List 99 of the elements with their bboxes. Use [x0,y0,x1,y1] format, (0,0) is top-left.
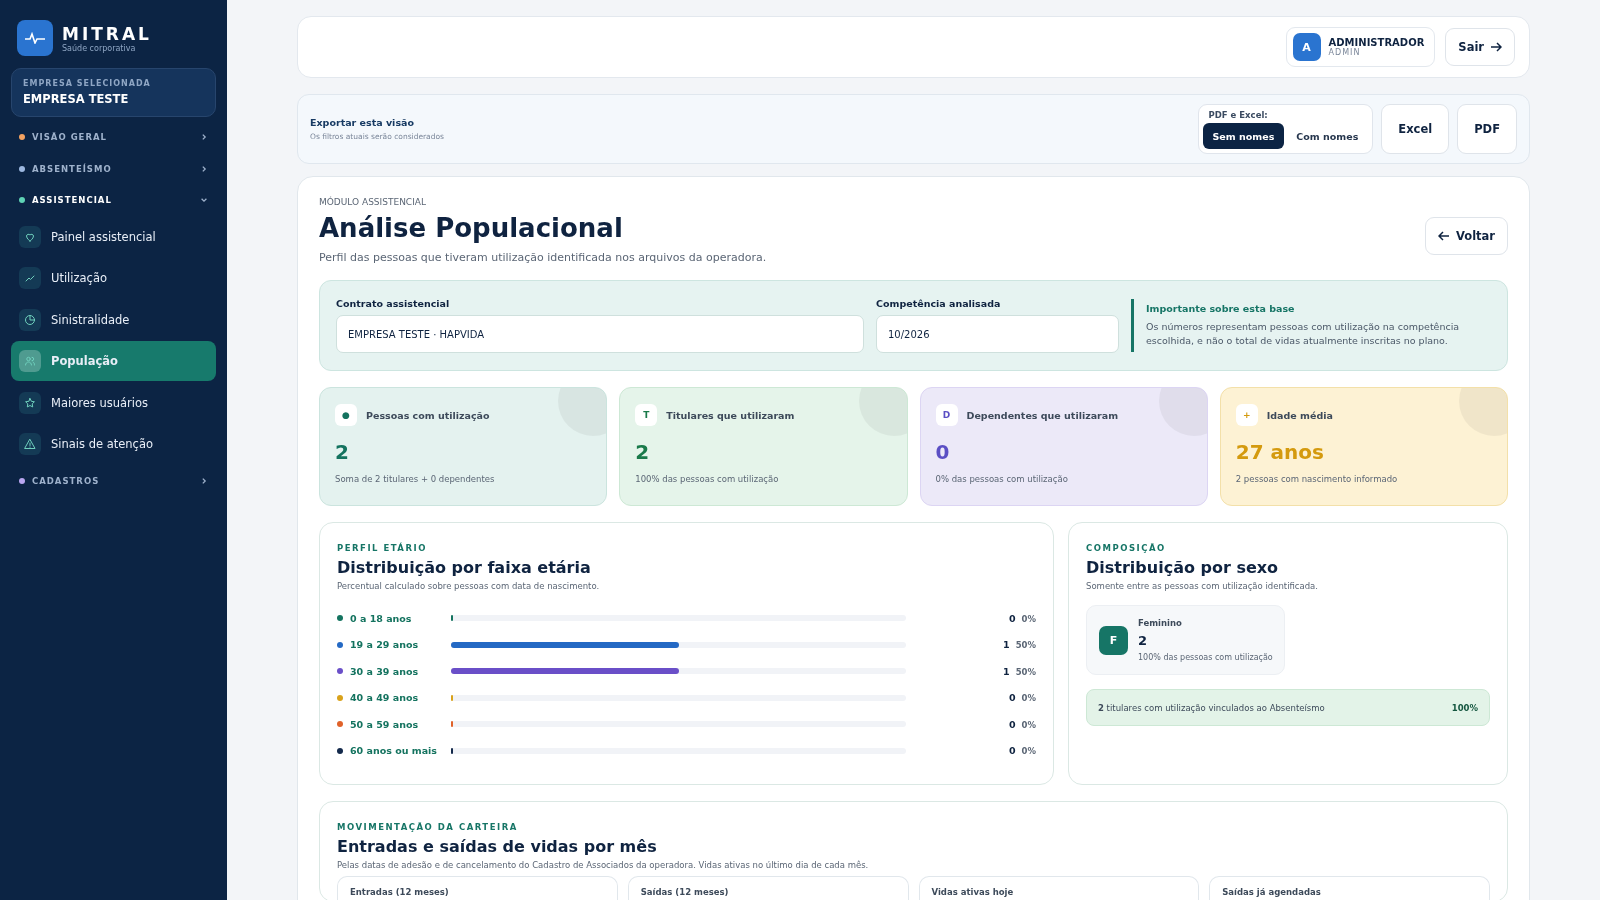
panel-subtitle: Somente entre as pessoas com utilização identificada. [1086,581,1320,591]
age-count: 0 [1008,718,1016,730]
sex-badge: F [1099,625,1128,655]
nav-section[interactable]: ABSENTEÍSMO [11,153,216,184]
panel-eyebrow: MOVIMENTAÇÃO DA CARTEIRA [337,822,519,832]
name-option[interactable]: Com nomes [1286,123,1369,149]
stat-card: Vidas ativas hoje [918,876,1200,900]
panel-title: Distribuição por faixa etária [337,558,592,577]
panel-subtitle: Percentual calculado sobre pessoas com data de nascimento. [337,581,601,591]
contract-select[interactable]: EMPRESA TESTE · HAPVIDA [336,315,864,353]
user-badge[interactable]: A ADMINISTRADOR ADMIN [1285,27,1436,67]
stat-card: Saídas já agendadas [1209,876,1490,900]
company-label: EMPRESA SELECIONADA [23,78,152,88]
age-percent: 0% [1021,613,1036,624]
kpi-caption: 100% das pessoas com utilização [635,474,780,484]
back-button[interactable]: Voltar [1424,217,1508,255]
page-title: Análise Populacional [319,213,624,243]
brand-name: MITRAL [62,23,152,44]
sex-caption: 100% das pessoas com utilização [1138,653,1273,662]
export-button[interactable]: PDF [1457,104,1517,154]
chevron-icon [200,164,208,173]
kpi-badge: T [635,404,658,426]
sex-count: 2 [1138,633,1149,648]
user-avatar: A [1292,33,1321,61]
kpi-caption: 2 pessoas com nascimento informado [1235,474,1399,484]
chevron-icon [200,133,208,141]
stat-card: Entradas (12 meses) [337,876,618,900]
age-count: 0 [1008,612,1016,624]
note-title: Importante sobre esta base [1146,302,1296,314]
nav-section[interactable]: ASSISTENCIAL [11,185,216,215]
age-percent: 0% [1021,719,1036,730]
kpi-badge: + [1235,404,1258,426]
nav-item[interactable]: Sinais de atenção [11,424,216,464]
arrow-left-icon [1437,231,1450,241]
age-percent: 50% [1015,640,1036,651]
age-range: 19 a 29 anos [350,639,419,651]
nav-section[interactable]: CADASTROS [11,465,216,496]
nav-item[interactable]: Sinistralidade [11,299,216,340]
sex-label: Feminino [1138,618,1183,628]
age-range: 40 a 49 anos [350,692,419,704]
link-text: 2 titulares com utilização vinculados ao Absenteísmo [1098,702,1325,713]
kpi-caption: Soma de 2 titulares + 0 dependentes [335,474,496,484]
kpi-badge: D [935,404,958,426]
nav-item[interactable]: População [11,341,216,381]
kpi-label: Pessoas com utilização [366,409,490,421]
age-percent: 0% [1021,693,1036,704]
chevron-icon [200,196,208,204]
age-count: 0 [1008,745,1016,757]
kpi-value: 27 anos [1235,440,1325,464]
kpi-label: Titulares que utilizaram [666,409,795,421]
kpi-badge: ● [335,404,357,426]
kpi-value: 2 [335,440,350,464]
panel-eyebrow: PERFIL ETÁRIO [337,543,428,553]
kpi-label: Idade média [1266,409,1333,421]
field-label: Competência analisada [876,298,1002,309]
kpi-value: 0 [935,440,951,464]
kpi-caption: 0% das pessoas com utilização [935,474,1069,484]
user-name: ADMINISTRADOR [1328,37,1425,48]
period-field[interactable]: 10/2026 [876,315,1119,353]
option-group-label: PDF e Excel: [1207,110,1269,120]
panel-title: Distribuição por sexo [1086,558,1280,577]
users-icon [24,355,36,367]
warning-icon [24,438,36,450]
field-label: Contrato assistencial [336,298,451,309]
kpi-label: Dependentes que utilizaram [966,409,1119,421]
age-range: 50 a 59 anos [350,718,419,730]
logo-icon [17,20,53,56]
age-range: 0 a 18 anos [350,612,412,624]
arrow-right-icon [1490,42,1502,52]
export-title: Exportar esta visão [310,117,415,128]
module-label: MÓDULO ASSISTENCIAL [319,197,427,207]
age-count: 0 [1008,692,1016,704]
panel-title: Entradas e saídas de vidas por mês [337,837,658,856]
stat-card: Saídas (12 meses) [627,876,909,900]
nav-item[interactable]: Utilização [11,258,216,298]
panel-eyebrow: COMPOSIÇÃO [1086,543,1167,553]
link-percent: 100% [1451,702,1478,713]
chevron-icon [200,476,208,485]
page-subtitle: Perfil das pessoas que tiveram utilização identificada nos arquivos da operadora. [319,251,767,264]
user-role: ADMIN [1328,48,1362,57]
export-button[interactable]: Excel [1381,104,1450,154]
nav-item[interactable]: Painel assistencial [11,216,216,257]
age-count: 1 [1003,665,1010,677]
name-option[interactable]: Sem nomes [1202,123,1285,149]
logout-button[interactable]: Sair [1445,28,1515,66]
company-name: EMPRESA TESTE [23,91,130,106]
panel-subtitle: Pelas datas de adesão e de cancelamento do Cadastro de Associados da operadora. Vidas ativas no último dia de cada mês. [337,860,870,870]
age-range: 30 a 39 anos [350,665,419,677]
star-icon [24,396,36,409]
age-count: 1 [1003,639,1010,651]
note-text: Os números representam pessoas com utilização na competência escolhida, e não o total de vidas atualmente inscritas no plano. [1146,319,1461,348]
age-percent: 0% [1021,746,1036,757]
kpi-value: 2 [635,440,651,464]
nav-section[interactable]: VISÃO GERAL [11,122,216,152]
age-range: 60 anos ou mais [350,745,437,757]
brand-tagline: Saúde corporativa [62,43,137,53]
nav-item[interactable]: Maiores usuários [11,382,216,423]
age-percent: 50% [1015,666,1036,677]
pie-chart-icon [24,313,36,326]
